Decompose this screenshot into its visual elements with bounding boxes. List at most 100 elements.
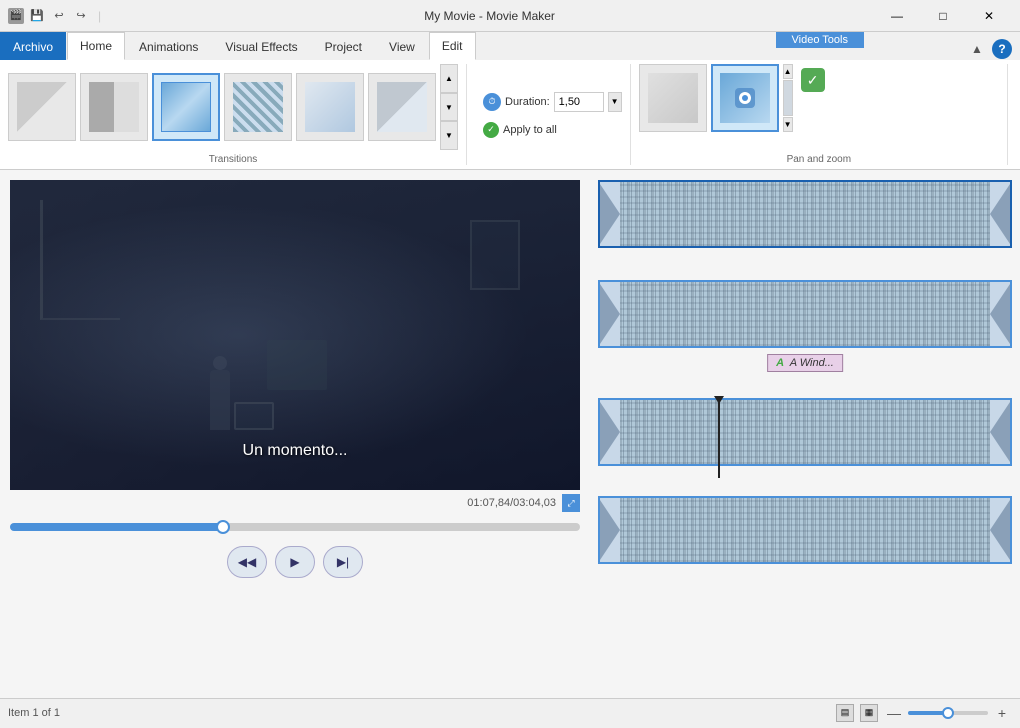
duration-dropdown[interactable]: ▼ — [608, 92, 622, 112]
play-button[interactable]: ▶ — [275, 546, 315, 578]
duration-label: Duration: — [505, 96, 550, 108]
playback-controls: ◀◀ ▶ ▶| — [10, 538, 580, 586]
figure-head — [213, 356, 227, 370]
tab-visual-effects[interactable]: Visual Effects — [212, 32, 310, 60]
clip-content-2 — [620, 282, 990, 346]
video-background: Un momento... — [10, 180, 580, 490]
apply-all-button[interactable]: Apply to all — [503, 124, 557, 136]
clip-gap-2 — [594, 380, 1016, 392]
scene-crib — [234, 402, 274, 430]
transitions-scroll: ▲ ▼ ▼ — [440, 64, 458, 150]
clip-track-1[interactable] — [598, 180, 1012, 248]
clip-waveform-2 — [620, 282, 990, 346]
clip-waveform-1 — [620, 182, 990, 246]
timeline-scroll[interactable]: A A Wind... — [594, 174, 1016, 694]
timeline-view-button[interactable]: ▦ — [860, 704, 878, 722]
transitions-label: Transitions — [8, 150, 458, 165]
zoom-in-button[interactable]: + — [992, 703, 1012, 723]
text-clip-label-2[interactable]: A A Wind... — [767, 354, 843, 372]
clip-waveform-4 — [620, 498, 990, 562]
duration-row: ⏱ Duration: ▼ — [483, 92, 622, 112]
panzoom-label: Pan and zoom — [639, 150, 999, 165]
status-right: ▤ ▦ — + — [836, 703, 1012, 723]
transition-thumb-6[interactable] — [368, 73, 436, 141]
timeline-clip-3[interactable] — [598, 398, 1012, 466]
transitions-scroll-down[interactable]: ▼ — [440, 93, 458, 122]
tab-view[interactable]: View — [376, 32, 428, 60]
clip-arrow-right-4 — [990, 500, 1010, 560]
timeline-panel: A A Wind... — [590, 170, 1020, 698]
zoom-slider[interactable] — [908, 711, 988, 715]
panzoom-content: ▲ ▼ ✓ — [639, 64, 999, 150]
transitions-scroll-up[interactable]: ▲ — [440, 64, 458, 93]
zoom-controls: — + — [884, 703, 1012, 723]
ribbon-tabs-row: Archivo Home Animations Visual Effects P… — [0, 32, 1020, 60]
redo-button[interactable]: ↪ — [72, 7, 90, 25]
minimize-button[interactable]: — — [874, 0, 920, 32]
figure-body — [210, 370, 230, 430]
duration-icon: ⏱ — [483, 93, 501, 111]
rewind-button[interactable]: ◀◀ — [227, 546, 267, 578]
status-item-info: Item 1 of 1 — [8, 707, 60, 719]
clip-arrow-left-3 — [600, 402, 620, 462]
timeline-clip-1[interactable] — [598, 180, 1012, 248]
video-subtitle: Un momento... — [243, 442, 348, 460]
clip-track-3[interactable] — [598, 398, 1012, 466]
ribbon: ▲ ▼ ▼ Transitions ⏱ Duration: ▼ ✓ Apply … — [0, 60, 1020, 170]
transition-thumb-3[interactable] — [152, 73, 220, 141]
apply-all-row: ✓ Apply to all — [483, 122, 622, 138]
clip-arrow-left-4 — [600, 500, 620, 560]
transition-thumb-1[interactable] — [8, 73, 76, 141]
playback-slider[interactable] — [10, 523, 580, 531]
undo-button[interactable]: ↩ — [50, 7, 68, 25]
panzoom-scroll-up[interactable]: ▲ — [783, 64, 793, 79]
playhead — [718, 398, 720, 478]
storyboard-view-button[interactable]: ▤ — [836, 704, 854, 722]
fullscreen-button[interactable]: ⤢ — [562, 494, 580, 512]
tab-home[interactable]: Home — [67, 32, 125, 60]
clip-track-2[interactable] — [598, 280, 1012, 348]
ribbon-collapse-button[interactable]: ▲ — [966, 38, 988, 60]
clip-arrow-right-2 — [990, 284, 1010, 344]
scene-furniture — [267, 340, 327, 390]
panzoom-thumb-1[interactable] — [639, 64, 707, 132]
clip-track-4[interactable] — [598, 496, 1012, 564]
tab-animations[interactable]: Animations — [126, 32, 211, 60]
tab-project[interactable]: Project — [312, 32, 375, 60]
duration-input[interactable] — [554, 92, 604, 112]
clip-content-1 — [620, 182, 990, 246]
transition-thumb-5[interactable] — [296, 73, 364, 141]
zoom-out-button[interactable]: — — [884, 703, 904, 723]
help-button[interactable]: ? — [992, 39, 1012, 59]
panzoom-scroll-thumb[interactable] — [783, 80, 793, 115]
clip-arrow-right-3 — [990, 402, 1010, 462]
clip-content-4 — [620, 498, 990, 562]
status-bar: Item 1 of 1 ▤ ▦ — + — [0, 698, 1020, 726]
timeline-clip-4[interactable] — [598, 496, 1012, 564]
transition-thumb-2[interactable] — [80, 73, 148, 141]
transition-thumb-4[interactable] — [224, 73, 292, 141]
window-controls: — □ ✕ — [874, 0, 1012, 32]
panzoom-scroll-down[interactable]: ▼ — [783, 117, 793, 132]
scene-door — [40, 200, 120, 320]
clip-gap-1 — [594, 254, 1016, 274]
timeline-clip-2[interactable]: A A Wind... — [598, 280, 1012, 348]
step-button[interactable]: ▶| — [323, 546, 363, 578]
preview-panel: Un momento... 01:07,84/03:04,03 ⤢ ◀◀ ▶ ▶… — [0, 170, 590, 698]
tab-archivo[interactable]: Archivo — [0, 32, 66, 60]
panzoom-group: ▲ ▼ ✓ Pan and zoom — [639, 64, 1008, 165]
panzoom-side-controls: ▲ ▼ — [783, 64, 793, 132]
panzoom-apply-button[interactable]: ✓ — [801, 68, 825, 92]
maximize-button[interactable]: □ — [920, 0, 966, 32]
main-content: Un momento... 01:07,84/03:04,03 ⤢ ◀◀ ▶ ▶… — [0, 170, 1020, 698]
tab-edit[interactable]: Edit — [429, 32, 476, 60]
title-bar: 🎬 💾 ↩ ↪ | My Movie - Movie Maker — □ ✕ — [0, 0, 1020, 32]
text-clip-icon-2: A — [776, 357, 784, 369]
transitions-scroll-more[interactable]: ▼ — [440, 121, 458, 150]
panzoom-thumb-selected[interactable] — [711, 64, 779, 132]
close-button[interactable]: ✕ — [966, 0, 1012, 32]
duration-group: ⏱ Duration: ▼ ✓ Apply to all — [475, 64, 631, 165]
scene-window — [470, 220, 520, 290]
save-button[interactable]: 💾 — [28, 7, 46, 25]
clip-content-3 — [620, 400, 990, 464]
